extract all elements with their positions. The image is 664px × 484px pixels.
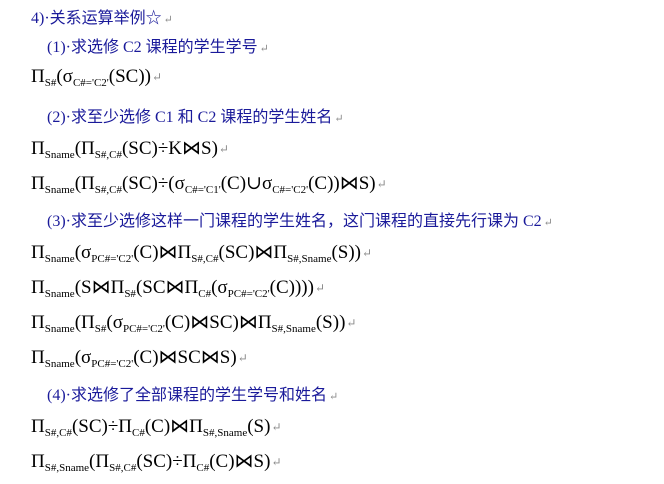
formula-text: (C)⋈S) (209, 451, 271, 472)
paragraph-mark-icon: ↵ (362, 246, 373, 260)
formula-text: (C)∪σ (220, 173, 273, 194)
formula-subscript: S#,C# (109, 462, 137, 474)
formula-text: Π (31, 242, 45, 263)
formula-text: (SC)) (108, 66, 152, 87)
formula-text: Π (31, 138, 45, 159)
question-2-text: (2)·求至少选修 C1 和 C2 课程的学生姓名 (47, 109, 333, 126)
formula-text: Π (31, 312, 45, 333)
formula-subscript: C# (132, 427, 145, 439)
formula-text: (σ (74, 242, 92, 263)
formula-subscript: C#='C2' (272, 184, 309, 196)
formula-subscript: S# (94, 323, 107, 335)
question-3-text: (3)·求至少选修这样一门课程的学生姓名，这门课程的直接先行课为 C2 (47, 213, 542, 230)
formula-text: (Π (89, 451, 110, 472)
formula-subscript: C#='C1' (184, 184, 221, 196)
formula-1: ΠS#(σC#='C2'(SC))↵ (31, 66, 163, 89)
formula-6: ΠSname(ΠS#(σPC#='C2'(C)⋈SC)⋈ΠS#,Sname(S)… (31, 311, 357, 335)
formula-subscript: S#,Sname (271, 323, 316, 335)
formula-text: Π (31, 173, 45, 194)
formula-text: (C))⋈S) (308, 173, 376, 194)
paragraph-mark-icon: ↵ (376, 177, 387, 191)
formula-text: Π (31, 416, 45, 437)
formula-text: Π (31, 451, 45, 472)
formula-text: Π (31, 277, 45, 298)
paragraph-mark-icon: ↵ (152, 70, 163, 84)
formula-text: (SC)÷(σ (121, 173, 185, 194)
formula-subscript: PC#='C2' (91, 253, 134, 265)
formula-subscript: S#,Sname (287, 253, 332, 265)
formula-4: ΠSname(σPC#='C2'(C)⋈ΠS#,C#(SC)⋈ΠS#,Sname… (31, 241, 373, 265)
formula-subscript: S#,C# (44, 427, 72, 439)
formula-subscript: C# (198, 288, 212, 300)
formula-subscript: S# (44, 77, 57, 89)
formula-subscript: Sname (44, 288, 75, 300)
question-4-heading: (4)·求选修了全部课程的学生学号和姓名 ↵ (47, 381, 338, 405)
formula-text: (σ (56, 66, 73, 87)
paragraph-mark-icon: ↵ (218, 142, 229, 156)
formula-text: (SC)⋈Π (218, 242, 288, 263)
formula-text: (SC⋈Π (135, 277, 199, 298)
formula-text: (Π (74, 312, 95, 333)
paragraph-mark-icon: ↵ (314, 281, 325, 295)
formula-text: (S) (247, 416, 271, 437)
paragraph-mark-icon: ↵ (237, 351, 248, 365)
formula-subscript: C# (196, 462, 210, 474)
formula-7: ΠSname(σPC#='C2'(C)⋈SC⋈S)↵ (31, 346, 248, 370)
question-2-heading: (2)·求至少选修 C1 和 C2 课程的学生姓名 ↵ (47, 103, 344, 127)
question-1-text: (1)·求选修 C2 课程的学生学号 (47, 39, 258, 56)
formula-text: (C)))) (269, 277, 314, 298)
formula-text: (C)⋈Π (144, 416, 203, 437)
formula-text: (σ (74, 347, 92, 368)
formula-subscript: Sname (44, 184, 75, 196)
formula-subscript: PC#='C2' (91, 358, 134, 370)
formula-text: (S⋈Π (74, 277, 125, 298)
formula-text: (C)⋈SC)⋈Π (164, 312, 272, 333)
formula-subscript: S# (124, 288, 136, 300)
paragraph-mark-icon: ↵ (543, 217, 553, 229)
formula-text: (SC)÷Π (136, 451, 197, 472)
formula-text: (Π (74, 173, 95, 194)
formula-8: ΠS#,C#(SC)÷ΠC#(C)⋈ΠS#,Sname(S)↵ (31, 415, 282, 439)
formula-subscript: Sname (44, 323, 75, 335)
formula-text: (S)) (331, 242, 362, 263)
formula-subscript: PC#='C2' (122, 323, 165, 335)
paragraph-mark-icon: ↵ (346, 316, 357, 330)
paragraph-mark-icon: ↵ (163, 14, 173, 26)
formula-text: (S)) (315, 312, 346, 333)
paragraph-mark-icon: ↵ (334, 113, 344, 125)
question-3-heading: (3)·求至少选修这样一门课程的学生姓名，这门课程的直接先行课为 C2 ↵ (47, 207, 553, 231)
formula-subscript: S#,C# (94, 149, 122, 161)
formula-subscript: Sname (44, 253, 75, 265)
paragraph-mark-icon: ↵ (271, 420, 282, 434)
formula-text: (Π (74, 138, 95, 159)
formula-subscript: Sname (44, 149, 75, 161)
formula-subscript: S#,Sname (44, 462, 90, 474)
formula-text: (SC)÷K⋈S) (121, 138, 218, 159)
paragraph-mark-icon: ↵ (329, 391, 339, 403)
question-1-heading: (1)·求选修 C2 课程的学生学号 ↵ (47, 33, 269, 57)
formula-text: Π (31, 347, 45, 368)
formula-subscript: S#,C# (191, 253, 219, 265)
formula-subscript: Sname (44, 358, 75, 370)
question-4-text: (4)·求选修了全部课程的学生学号和姓名 (47, 387, 327, 404)
formula-subscript: PC#='C2' (227, 288, 270, 300)
formula-3: ΠSname(ΠS#,C#(SC)÷(σC#='C1'(C)∪σC#='C2'(… (31, 172, 387, 196)
formula-text: (σ (106, 312, 123, 333)
formula-text: (σ (211, 277, 228, 298)
formula-text: (C)⋈Π (133, 242, 192, 263)
formula-5: ΠSname(S⋈ΠS#(SC⋈ΠC#(σPC#='C2'(C))))↵ (31, 276, 325, 300)
paragraph-mark-icon: ↵ (259, 43, 269, 55)
formula-2: ΠSname(ΠS#,C#(SC)÷K⋈S)↵ (31, 137, 229, 161)
formula-subscript: S#,C# (94, 184, 122, 196)
paragraph-mark-icon: ↵ (271, 455, 282, 469)
section-heading: 4)·关系运算举例☆ ↵ (31, 4, 173, 28)
formula-subscript: C#='C2' (72, 77, 109, 89)
formula-subscript: S#,Sname (202, 427, 248, 439)
section-heading-text: 4)·关系运算举例☆ (31, 10, 162, 27)
formula-text: (SC)÷Π (71, 416, 132, 437)
formula-text: Π (31, 66, 45, 87)
formula-text: (C)⋈SC⋈S) (133, 347, 237, 368)
formula-9: ΠS#,Sname(ΠS#,C#(SC)÷ΠC#(C)⋈S)↵ (31, 450, 282, 474)
